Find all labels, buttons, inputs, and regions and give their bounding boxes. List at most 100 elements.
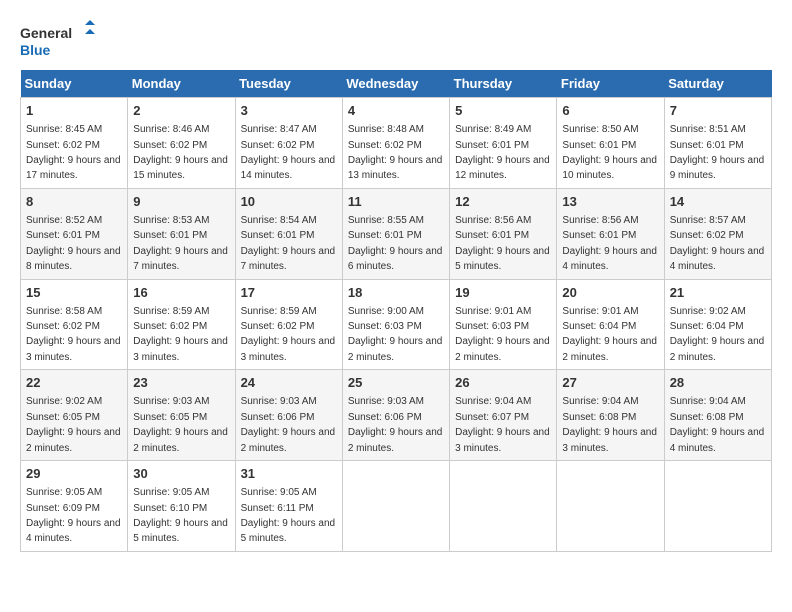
day-info: Sunrise: 8:51 AM Sunset: 6:01 PM Dayligh… (670, 124, 765, 181)
calendar-cell: 10 Sunrise: 8:54 AM Sunset: 6:01 PM Dayli… (235, 188, 342, 279)
day-info: Sunrise: 9:00 AM Sunset: 6:03 PM Dayligh… (348, 306, 443, 363)
day-info: Sunrise: 8:57 AM Sunset: 6:02 PM Dayligh… (670, 215, 765, 272)
weekday-header: Monday (128, 70, 235, 98)
weekday-header: Wednesday (342, 70, 449, 98)
day-number: 2 (133, 102, 229, 120)
calendar-cell: 19 Sunrise: 9:01 AM Sunset: 6:03 PM Dayli… (450, 279, 557, 370)
calendar-cell: 31 Sunrise: 9:05 AM Sunset: 6:11 PM Dayli… (235, 461, 342, 552)
calendar-cell (557, 461, 664, 552)
calendar-cell: 8 Sunrise: 8:52 AM Sunset: 6:01 PM Daylig… (21, 188, 128, 279)
calendar-cell: 27 Sunrise: 9:04 AM Sunset: 6:08 PM Dayli… (557, 370, 664, 461)
calendar-cell: 11 Sunrise: 8:55 AM Sunset: 6:01 PM Dayli… (342, 188, 449, 279)
day-info: Sunrise: 8:48 AM Sunset: 6:02 PM Dayligh… (348, 124, 443, 181)
calendar-cell: 2Sunrise: 8:46 AM Sunset: 6:02 PM Daylig… (128, 98, 235, 189)
svg-text:General: General (20, 25, 72, 41)
calendar-cell: 12 Sunrise: 8:56 AM Sunset: 6:01 PM Dayli… (450, 188, 557, 279)
calendar-cell: 30 Sunrise: 9:05 AM Sunset: 6:10 PM Dayli… (128, 461, 235, 552)
logo-svg: General Blue (20, 20, 100, 60)
day-number: 30 (133, 465, 229, 483)
day-number: 22 (26, 374, 122, 392)
day-info: Sunrise: 9:02 AM Sunset: 6:05 PM Dayligh… (26, 396, 121, 453)
weekday-header: Saturday (664, 70, 771, 98)
day-info: Sunrise: 9:02 AM Sunset: 6:04 PM Dayligh… (670, 306, 765, 363)
day-info: Sunrise: 9:01 AM Sunset: 6:04 PM Dayligh… (562, 306, 657, 363)
day-info: Sunrise: 8:59 AM Sunset: 6:02 PM Dayligh… (133, 306, 228, 363)
day-info: Sunrise: 8:49 AM Sunset: 6:01 PM Dayligh… (455, 124, 550, 181)
calendar-week-row: 22 Sunrise: 9:02 AM Sunset: 6:05 PM Dayli… (21, 370, 772, 461)
weekday-header: Thursday (450, 70, 557, 98)
calendar-cell: 7 Sunrise: 8:51 AM Sunset: 6:01 PM Daylig… (664, 98, 771, 189)
day-number: 25 (348, 374, 444, 392)
day-number: 11 (348, 193, 444, 211)
day-info: Sunrise: 8:52 AM Sunset: 6:01 PM Dayligh… (26, 215, 121, 272)
day-number: 6 (562, 102, 658, 120)
weekday-header: Friday (557, 70, 664, 98)
calendar-cell: 23 Sunrise: 9:03 AM Sunset: 6:05 PM Dayli… (128, 370, 235, 461)
day-info: Sunrise: 9:05 AM Sunset: 6:11 PM Dayligh… (241, 487, 336, 544)
day-number: 14 (670, 193, 766, 211)
day-info: Sunrise: 8:56 AM Sunset: 6:01 PM Dayligh… (562, 215, 657, 272)
day-number: 3 (241, 102, 337, 120)
calendar-cell: 4 Sunrise: 8:48 AM Sunset: 6:02 PM Daylig… (342, 98, 449, 189)
day-info: Sunrise: 9:04 AM Sunset: 6:08 PM Dayligh… (562, 396, 657, 453)
day-info: Sunrise: 9:05 AM Sunset: 6:09 PM Dayligh… (26, 487, 121, 544)
day-number: 15 (26, 284, 122, 302)
day-info: Sunrise: 9:04 AM Sunset: 6:08 PM Dayligh… (670, 396, 765, 453)
calendar-week-row: 15 Sunrise: 8:58 AM Sunset: 6:02 PM Dayli… (21, 279, 772, 370)
day-number: 23 (133, 374, 229, 392)
calendar-table: SundayMondayTuesdayWednesdayThursdayFrid… (20, 70, 772, 552)
day-number: 19 (455, 284, 551, 302)
calendar-cell: 26Sunrise: 9:04 AM Sunset: 6:07 PM Dayli… (450, 370, 557, 461)
logo: General Blue (20, 20, 100, 60)
day-number: 9 (133, 193, 229, 211)
day-number: 1 (26, 102, 122, 120)
day-number: 20 (562, 284, 658, 302)
day-number: 24 (241, 374, 337, 392)
day-number: 5 (455, 102, 551, 120)
day-info: Sunrise: 8:58 AM Sunset: 6:02 PM Dayligh… (26, 306, 121, 363)
day-info: Sunrise: 9:05 AM Sunset: 6:10 PM Dayligh… (133, 487, 228, 544)
calendar-cell: 24 Sunrise: 9:03 AM Sunset: 6:06 PM Dayli… (235, 370, 342, 461)
day-number: 29 (26, 465, 122, 483)
calendar-cell (342, 461, 449, 552)
calendar-cell: 13 Sunrise: 8:56 AM Sunset: 6:01 PM Dayli… (557, 188, 664, 279)
day-info: Sunrise: 8:55 AM Sunset: 6:01 PM Dayligh… (348, 215, 443, 272)
day-number: 4 (348, 102, 444, 120)
calendar-cell (450, 461, 557, 552)
day-number: 27 (562, 374, 658, 392)
day-number: 13 (562, 193, 658, 211)
calendar-cell: 1 Sunrise: 8:45 AM Sunset: 6:02 PM Daylig… (21, 98, 128, 189)
calendar-cell: 5 Sunrise: 8:49 AM Sunset: 6:01 PM Daylig… (450, 98, 557, 189)
page-header: General Blue (20, 20, 772, 60)
day-info: Sunrise: 8:45 AM Sunset: 6:02 PM Dayligh… (26, 124, 121, 181)
day-info: Sunrise: 9:03 AM Sunset: 6:05 PM Dayligh… (133, 396, 228, 453)
calendar-cell: 14 Sunrise: 8:57 AM Sunset: 6:02 PM Dayli… (664, 188, 771, 279)
day-info: Sunrise: 8:50 AM Sunset: 6:01 PM Dayligh… (562, 124, 657, 181)
calendar-cell: 16 Sunrise: 8:59 AM Sunset: 6:02 PM Dayli… (128, 279, 235, 370)
day-info: Sunrise: 8:54 AM Sunset: 6:01 PM Dayligh… (241, 215, 336, 272)
day-number: 10 (241, 193, 337, 211)
calendar-cell: 25Sunrise: 9:03 AM Sunset: 6:06 PM Dayli… (342, 370, 449, 461)
calendar-week-row: 1 Sunrise: 8:45 AM Sunset: 6:02 PM Daylig… (21, 98, 772, 189)
day-info: Sunrise: 8:47 AM Sunset: 6:02 PM Dayligh… (241, 124, 336, 181)
calendar-cell: 3 Sunrise: 8:47 AM Sunset: 6:02 PM Daylig… (235, 98, 342, 189)
day-number: 16 (133, 284, 229, 302)
weekday-header: Sunday (21, 70, 128, 98)
calendar-cell (664, 461, 771, 552)
calendar-cell: 6 Sunrise: 8:50 AM Sunset: 6:01 PM Daylig… (557, 98, 664, 189)
calendar-cell: 17Sunrise: 8:59 AM Sunset: 6:02 PM Dayli… (235, 279, 342, 370)
day-info: Sunrise: 8:56 AM Sunset: 6:01 PM Dayligh… (455, 215, 550, 272)
calendar-cell: 9Sunrise: 8:53 AM Sunset: 6:01 PM Daylig… (128, 188, 235, 279)
day-info: Sunrise: 9:01 AM Sunset: 6:03 PM Dayligh… (455, 306, 550, 363)
day-number: 7 (670, 102, 766, 120)
day-number: 18 (348, 284, 444, 302)
day-number: 8 (26, 193, 122, 211)
calendar-cell: 28Sunrise: 9:04 AM Sunset: 6:08 PM Dayli… (664, 370, 771, 461)
day-info: Sunrise: 9:04 AM Sunset: 6:07 PM Dayligh… (455, 396, 550, 453)
calendar-week-row: 29 Sunrise: 9:05 AM Sunset: 6:09 PM Dayli… (21, 461, 772, 552)
day-info: Sunrise: 9:03 AM Sunset: 6:06 PM Dayligh… (241, 396, 336, 453)
day-number: 31 (241, 465, 337, 483)
svg-text:Blue: Blue (20, 42, 51, 58)
calendar-cell: 29 Sunrise: 9:05 AM Sunset: 6:09 PM Dayli… (21, 461, 128, 552)
day-number: 12 (455, 193, 551, 211)
